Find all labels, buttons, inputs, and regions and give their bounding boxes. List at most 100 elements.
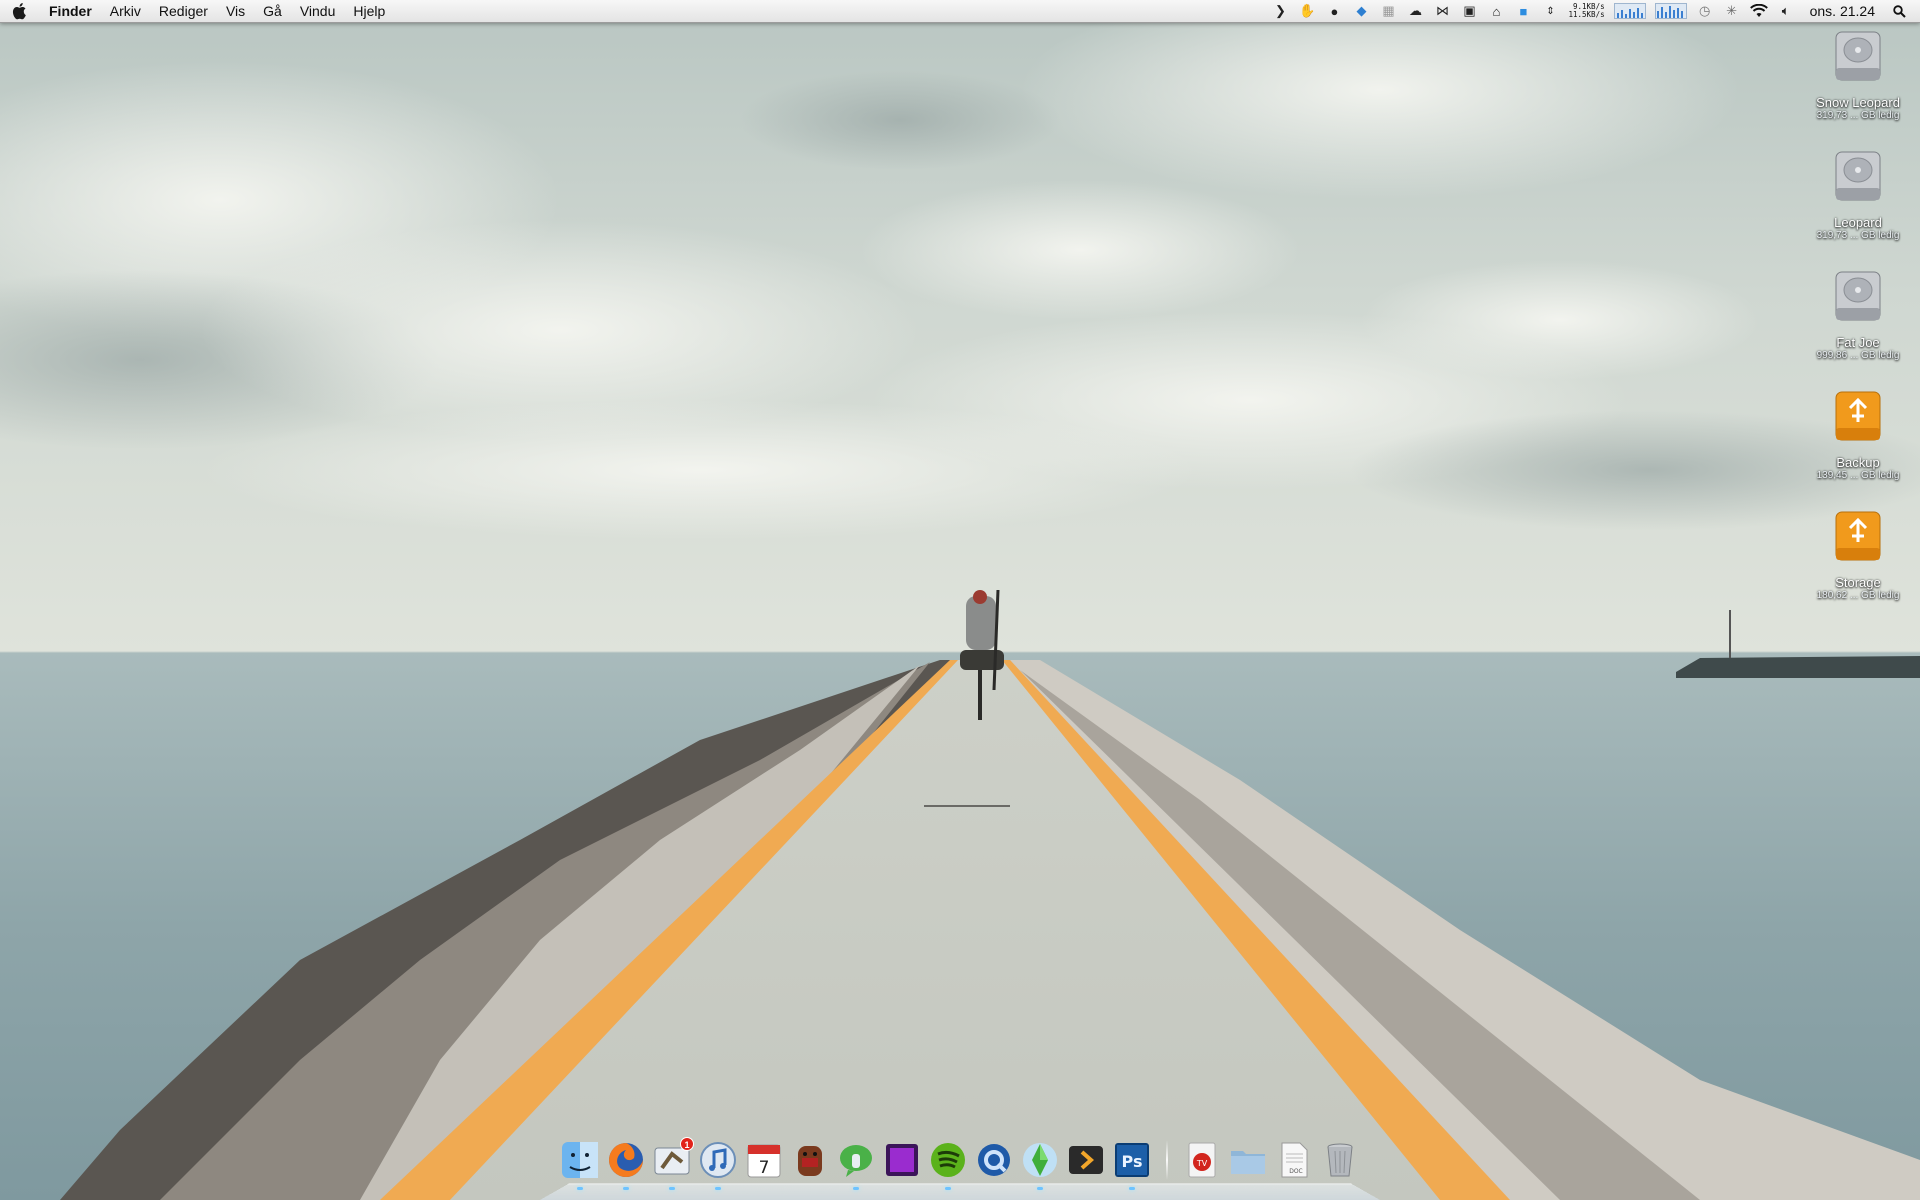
running-indicator — [945, 1187, 951, 1190]
dock-quartz[interactable] — [882, 1140, 922, 1184]
photoshop-label: Ps — [1122, 1152, 1143, 1171]
mail-unread-badge: 1 — [680, 1137, 694, 1151]
desktop-icon-info: 319,73 ... GB ledig — [1816, 230, 1900, 241]
dock-itunes[interactable] — [698, 1140, 738, 1190]
butterfly-icon[interactable]: ⋈ — [1433, 2, 1451, 20]
document-icon: DOC — [1281, 1142, 1308, 1178]
cpu-graph[interactable] — [1613, 3, 1646, 19]
dock-plex[interactable] — [1066, 1140, 1106, 1184]
chevron-right-icon[interactable]: ❯ — [1271, 2, 1289, 20]
dock-document[interactable]: DOC — [1274, 1140, 1314, 1184]
gift-icon[interactable]: ▣ — [1460, 2, 1478, 20]
time-machine-icon[interactable]: ◷ — [1696, 2, 1714, 20]
hard-drive-icon — [1835, 31, 1881, 81]
desktop-icon-info: 180,62 ... GB ledig — [1816, 590, 1900, 601]
cloud-icon[interactable]: ☁ — [1406, 2, 1424, 20]
ical-date: 7 — [759, 1158, 770, 1178]
dock-separator — [1166, 1140, 1168, 1180]
running-indicator — [1037, 1187, 1043, 1190]
tv-label: TV — [1196, 1159, 1208, 1168]
doc-label: DOC — [1289, 1168, 1303, 1175]
desktop-icon-info: 319,73 ... GB ledig — [1816, 110, 1900, 121]
hand-icon[interactable]: ✋ — [1298, 2, 1316, 20]
menu-rediger[interactable]: Rediger — [150, 0, 217, 22]
dock-firefox[interactable] — [606, 1140, 646, 1190]
trash-icon — [1327, 1143, 1353, 1177]
desktop-icon-label: Fat Joe — [1836, 335, 1880, 350]
finder-icon — [562, 1142, 598, 1178]
hard-drive-icon — [1835, 151, 1881, 201]
spotlight-icon[interactable] — [1890, 2, 1908, 20]
dock-adium[interactable] — [836, 1140, 876, 1190]
menu-ga[interactable]: Gå — [254, 0, 291, 22]
desktop-icon-label: Snow Leopard — [1816, 95, 1900, 110]
spotify-icon — [931, 1143, 965, 1177]
dock-ical[interactable]: 7 — [744, 1140, 784, 1184]
network-speed[interactable]: 9.1KB/s 11.5KB/s — [1568, 3, 1604, 19]
dock-mail[interactable]: 1 — [652, 1137, 694, 1190]
dock-the-sims[interactable] — [1020, 1140, 1060, 1190]
running-indicator — [853, 1187, 859, 1190]
window-icon[interactable]: ■ — [1514, 2, 1532, 20]
desktop-drive-backup[interactable]: Backup 139,45 ... GB ledig — [1800, 388, 1916, 482]
dock-folder[interactable] — [1228, 1140, 1268, 1184]
desktop-drive-fat-joe[interactable]: Fat Joe 999,86 ... GB ledig — [1800, 268, 1916, 362]
photoshop-icon: Ps — [1115, 1143, 1149, 1177]
desktop-icon-label: Storage — [1835, 575, 1881, 590]
desktop-wallpaper — [0, 0, 1920, 1200]
volume-icon[interactable]: 🔈︎ — [1777, 2, 1795, 20]
desktop-icon-info: 139,45 ... GB ledig — [1816, 470, 1900, 481]
network-graph[interactable] — [1654, 3, 1687, 19]
ical-icon: 7 — [747, 1144, 781, 1178]
apple-logo-icon[interactable] — [0, 0, 40, 22]
dropbox-icon[interactable]: ◆ — [1352, 2, 1370, 20]
dock-quicktime[interactable] — [974, 1140, 1014, 1184]
desktop-drive-leopard[interactable]: Leopard 319,73 ... GB ledig — [1800, 148, 1916, 242]
dock-finder[interactable] — [560, 1140, 600, 1190]
quartz-icon — [886, 1144, 918, 1176]
running-indicator — [1129, 1187, 1135, 1190]
wifi-icon[interactable] — [1749, 2, 1768, 20]
dock-domo[interactable] — [790, 1140, 830, 1184]
domo-icon — [798, 1146, 822, 1176]
menu-vis[interactable]: Vis — [217, 0, 254, 22]
tv-document-icon: TV — [1188, 1142, 1216, 1178]
adium-icon — [840, 1145, 872, 1177]
network-down-value: 11.5KB/s — [1568, 10, 1605, 19]
running-indicator — [669, 1187, 675, 1190]
firefox-icon — [609, 1143, 643, 1177]
folder-icon — [1231, 1151, 1265, 1174]
desktop-drive-snow-leopard[interactable]: Snow Leopard 319,73 ... GB ledig — [1800, 28, 1916, 122]
quicktime-icon — [978, 1144, 1010, 1176]
firewire-drive-icon — [1835, 511, 1881, 561]
menu-arkiv[interactable]: Arkiv — [101, 0, 150, 22]
dock-tv-document[interactable]: TV — [1182, 1140, 1222, 1184]
hard-drive-icon — [1835, 271, 1881, 321]
firewire-drive-icon — [1835, 391, 1881, 441]
itunes-icon — [700, 1142, 736, 1178]
menu-vindu[interactable]: Vindu — [291, 0, 345, 22]
menu-bar: Finder Arkiv Rediger Vis Gå Vindu Hjelp … — [0, 0, 1920, 23]
dock-trash[interactable] — [1320, 1140, 1360, 1184]
desktop-drive-storage[interactable]: Storage 180,62 ... GB ledig — [1800, 508, 1916, 602]
dock-spotify[interactable] — [928, 1140, 968, 1190]
updown-arrow-icon[interactable]: ⇕ — [1541, 2, 1559, 20]
plex-icon — [1069, 1146, 1103, 1174]
bluetooth-icon[interactable]: ✳ — [1723, 2, 1741, 20]
running-indicator — [715, 1187, 721, 1190]
desktop-icon-label: Backup — [1836, 455, 1880, 470]
bell-icon[interactable]: ⌂ — [1487, 2, 1505, 20]
running-indicator — [623, 1187, 629, 1190]
sims-plumbob-icon — [1023, 1143, 1057, 1177]
dock: 1 7 Ps TV DOC — [540, 1136, 1380, 1200]
running-indicator — [577, 1187, 583, 1190]
menu-app-finder[interactable]: Finder — [40, 0, 101, 22]
menu-hjelp[interactable]: Hjelp — [344, 0, 394, 22]
grid-icon[interactable]: ▦ — [1379, 2, 1397, 20]
dock-shelf — [540, 1183, 1380, 1200]
menubar-clock[interactable]: ons. 21.24 — [1804, 3, 1881, 19]
desktop-icon-info: 999,86 ... GB ledig — [1816, 350, 1900, 361]
dock-photoshop[interactable]: Ps — [1112, 1140, 1152, 1190]
robot-icon[interactable]: ● — [1325, 2, 1343, 20]
desktop-icon-label: Leopard — [1834, 215, 1882, 230]
